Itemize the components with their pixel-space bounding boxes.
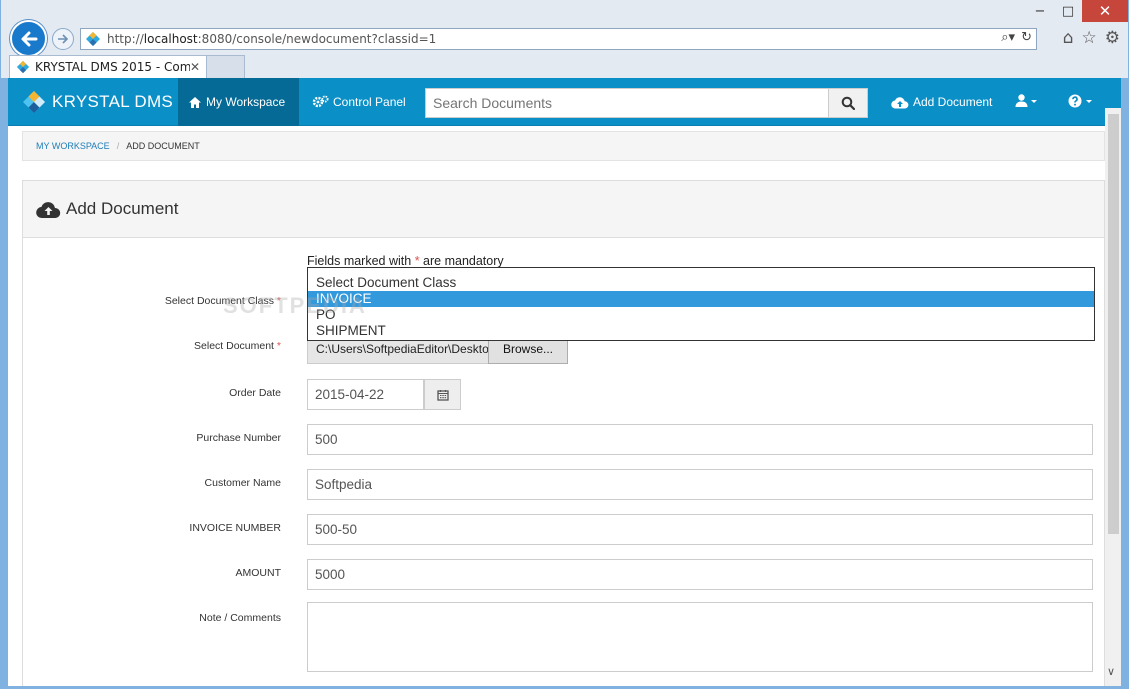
- user-icon: [1015, 94, 1039, 110]
- breadcrumb-home-link[interactable]: MY WORKSPACE: [36, 141, 110, 151]
- date-picker-button[interactable]: [424, 379, 461, 410]
- url-host: localhost: [143, 32, 198, 46]
- nav-control-panel[interactable]: Control Panel: [302, 78, 416, 126]
- search-form: [425, 88, 868, 118]
- amount-input[interactable]: 5000: [307, 559, 1093, 590]
- document-class-dropdown[interactable]: Select Document Class INVOICE PO SHIPMEN…: [307, 267, 1095, 341]
- page-title: Add Document: [66, 199, 179, 218]
- purchase-number-input[interactable]: 500: [307, 424, 1093, 455]
- invoice-number-label: INVOICE NUMBER: [189, 522, 281, 534]
- required-marker: *: [276, 340, 281, 352]
- browser-toolbar-right: ⌂ ☆ ⚙: [1063, 28, 1120, 48]
- document-class-label: Select Document Class *: [23, 295, 281, 307]
- cloud-upload-icon: [891, 96, 909, 109]
- browser-tab[interactable]: KRYSTAL DMS 2015 - Com... ✕: [9, 55, 207, 78]
- tab-close-icon[interactable]: ✕: [190, 60, 200, 74]
- document-label-text: Select Document: [194, 340, 274, 352]
- page-viewport: KRYSTAL DMS My Workspace Control Panel A…: [8, 78, 1121, 686]
- settings-gear-icon[interactable]: ⚙: [1105, 28, 1120, 48]
- maximize-button[interactable]: □: [1054, 0, 1082, 22]
- amount-label: AMOUNT: [235, 567, 282, 579]
- top-navbar: KRYSTAL DMS My Workspace Control Panel A…: [8, 78, 1121, 126]
- tab-title: KRYSTAL DMS 2015 - Com...: [35, 60, 190, 74]
- url-text: http://localhost:8080/console/newdocumen…: [107, 32, 436, 46]
- invoice-number-input[interactable]: 500-50: [307, 514, 1093, 545]
- minimize-button[interactable]: −: [1026, 0, 1054, 22]
- window-controls: − □ ✕: [1026, 0, 1128, 24]
- mandatory-prefix: Fields marked with: [307, 254, 415, 268]
- arrow-left-icon: [21, 31, 37, 46]
- back-button[interactable]: [10, 20, 47, 57]
- user-menu[interactable]: [1005, 78, 1049, 126]
- purchase-number-label: Purchase Number: [196, 432, 281, 444]
- panel-header: Add Document: [23, 181, 1104, 238]
- breadcrumb-separator: /: [116, 141, 120, 151]
- nav-my-workspace-label: My Workspace: [206, 95, 286, 109]
- cogs-icon: [312, 95, 329, 109]
- browser-chrome: − □ ✕ http://localhost:8080/console/newd…: [1, 0, 1128, 78]
- site-favicon-icon: [86, 32, 100, 46]
- mandatory-note: Fields marked with * are mandatory: [307, 254, 504, 268]
- document-class-option[interactable]: Select Document Class: [308, 275, 1094, 291]
- home-icon: [188, 96, 202, 109]
- cloud-upload-icon: [36, 201, 61, 218]
- breadcrumb: MY WORKSPACE / ADD DOCUMENT: [22, 131, 1105, 161]
- mandatory-suffix: are mandatory: [419, 254, 504, 268]
- nav-add-document-label: Add Document: [913, 95, 993, 109]
- vertical-scrollbar[interactable]: ∨: [1105, 108, 1121, 686]
- scroll-down-icon[interactable]: ∨: [1107, 665, 1115, 678]
- breadcrumb-current: ADD DOCUMENT: [126, 141, 200, 151]
- document-class-option-selected[interactable]: INVOICE: [308, 291, 1094, 307]
- brand[interactable]: KRYSTAL DMS: [22, 90, 173, 114]
- search-button[interactable]: [828, 88, 868, 118]
- calendar-icon: [436, 389, 449, 401]
- close-window-button[interactable]: ✕: [1082, 0, 1128, 22]
- tab-favicon-icon: [16, 60, 30, 74]
- search-input[interactable]: [425, 88, 828, 118]
- address-tools: ⌕▾ ↻: [1001, 30, 1032, 45]
- document-class-option[interactable]: SHIPMENT: [308, 323, 1094, 339]
- question-circle-icon: [1068, 94, 1094, 111]
- document-class-label-text: Select Document Class: [164, 295, 274, 307]
- document-label: Select Document *: [23, 340, 281, 352]
- order-date-label: Order Date: [229, 387, 281, 399]
- document-class-option[interactable]: PO: [308, 307, 1094, 323]
- refresh-icon[interactable]: ↻: [1021, 30, 1032, 45]
- search-icon: [841, 96, 855, 110]
- nav-control-panel-label: Control Panel: [333, 95, 406, 109]
- url-prefix: http://: [107, 32, 144, 46]
- favorites-icon[interactable]: ☆: [1082, 28, 1097, 48]
- url-path: :8080/console/newdocument?classid=1: [197, 32, 437, 46]
- scroll-thumb[interactable]: [1108, 114, 1119, 534]
- nav-add-document[interactable]: Add Document: [881, 78, 1002, 126]
- nav-my-workspace[interactable]: My Workspace: [178, 78, 299, 126]
- home-icon[interactable]: ⌂: [1063, 28, 1074, 48]
- brand-name: KRYSTAL DMS: [52, 92, 174, 111]
- order-date-input[interactable]: 2015-04-22: [307, 379, 424, 410]
- new-tab-button[interactable]: [207, 55, 245, 78]
- notes-textarea[interactable]: [307, 602, 1093, 672]
- customer-name-label: Customer Name: [204, 477, 281, 489]
- help-menu[interactable]: [1058, 78, 1104, 126]
- required-marker: *: [276, 295, 281, 307]
- krystal-logo-icon: [23, 91, 45, 113]
- customer-name-input[interactable]: Softpedia: [307, 469, 1093, 500]
- arrow-right-icon: [58, 34, 69, 44]
- notes-label: Note / Comments: [199, 612, 281, 624]
- search-dropdown-icon[interactable]: ⌕▾: [1001, 30, 1015, 45]
- tab-strip: KRYSTAL DMS 2015 - Com... ✕: [9, 55, 245, 78]
- address-bar[interactable]: http://localhost:8080/console/newdocumen…: [80, 28, 1037, 50]
- forward-button[interactable]: [52, 28, 74, 50]
